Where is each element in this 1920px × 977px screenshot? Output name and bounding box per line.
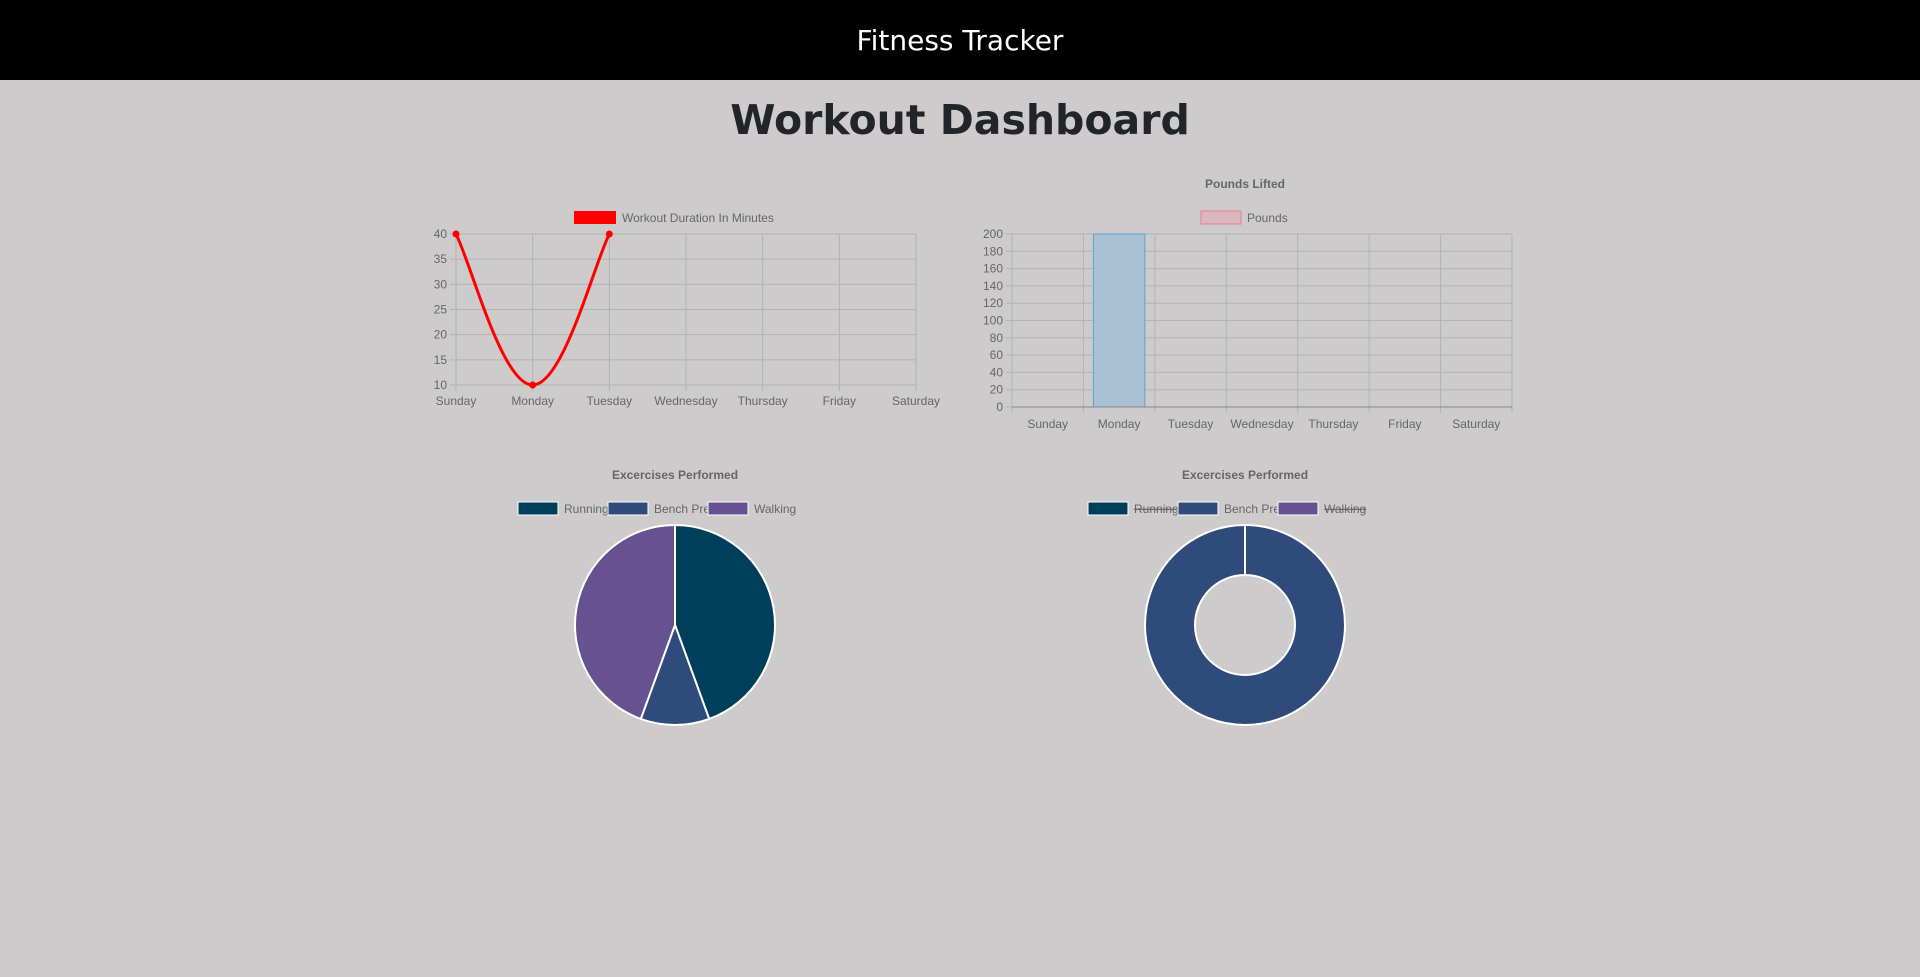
x-tick-label: Saturday — [892, 394, 940, 408]
y-tick-label: 80 — [990, 331, 1004, 345]
y-tick-label: 140 — [983, 279, 1003, 293]
exercises-pie-chart: Excercises PerformedRunning Bench Press Wa… — [517, 468, 796, 726]
x-tick-label: Friday — [823, 394, 856, 408]
y-tick-label: 25 — [434, 303, 448, 317]
x-tick-label: Tuesday — [587, 394, 633, 408]
y-tick-label: 160 — [983, 262, 1003, 276]
pounds-bar-chart: Pounds LiftedPounds200180160140120100806… — [983, 177, 1513, 431]
x-tick-label: Thursday — [738, 394, 788, 408]
y-tick-label: 20 — [990, 383, 1004, 397]
x-tick-label: Thursday — [1308, 417, 1358, 431]
y-tick-label: 60 — [990, 348, 1004, 362]
y-tick-label: 40 — [434, 227, 448, 241]
page-title: Workout Dashboard — [730, 96, 1190, 144]
y-tick-label: 200 — [983, 227, 1003, 241]
x-tick-label: Sunday — [436, 394, 477, 408]
duration-line-chart: Workout Duration In Minutes 40 35 30 25 20 15 1… — [434, 211, 940, 408]
y-tick-label: 15 — [434, 353, 448, 367]
pounds-bar — [1092, 233, 1146, 408]
exercises-doughnut-chart: Excercises PerformedRunning Bench Press Wa… — [1087, 468, 1366, 726]
legend-label-walking: Walking — [754, 502, 796, 516]
legend-swatch-walking — [1277, 501, 1319, 516]
legend-swatch-running — [517, 501, 559, 516]
duration-data-point — [605, 230, 613, 238]
y-tick-label: 180 — [983, 244, 1003, 258]
legend-swatch-duration — [574, 211, 616, 224]
y-tick-label: 20 — [434, 328, 448, 342]
y-tick-label: 30 — [434, 277, 448, 291]
x-tick-label: Sunday — [1027, 417, 1068, 431]
y-tick-label: 0 — [996, 400, 1003, 414]
navbar: Fitness Tracker — [0, 0, 1920, 80]
legend-label-pounds: Pounds — [1247, 211, 1288, 225]
x-tick-label: Tuesday — [1168, 417, 1214, 431]
legend-swatch-walking — [707, 501, 749, 516]
y-tick-label: 120 — [983, 296, 1003, 310]
y-tick-label: 35 — [434, 252, 448, 266]
x-tick-label: Monday — [511, 394, 554, 408]
duration-data-point — [529, 381, 537, 389]
chart-title: Pounds Lifted — [1205, 177, 1285, 191]
y-tick-label: 10 — [434, 378, 448, 392]
legend-swatch-pounds — [1200, 210, 1242, 225]
duration-data-point — [452, 230, 460, 238]
legend-label-walking: Walking — [1324, 502, 1366, 516]
legend-swatch-running — [1087, 501, 1129, 516]
brand-title[interactable]: Fitness Tracker — [857, 24, 1064, 57]
legend-label-running: Running — [564, 502, 609, 516]
y-tick-label: 40 — [990, 365, 1004, 379]
legend-swatch-bench-press — [607, 501, 649, 516]
x-tick-label: Saturday — [1452, 417, 1500, 431]
legend-label-running: Running — [1134, 502, 1179, 516]
x-tick-label: Wednesday — [654, 394, 717, 408]
x-tick-label: Monday — [1098, 417, 1141, 431]
chart-title: Excercises Performed — [612, 468, 738, 482]
chart-title: Excercises Performed — [1182, 468, 1308, 482]
legend-label-duration: Workout Duration In Minutes — [622, 211, 774, 225]
y-tick-label: 100 — [983, 314, 1003, 328]
x-tick-label: Wednesday — [1230, 417, 1293, 431]
legend-swatch-bench-press — [1177, 501, 1219, 516]
x-tick-label: Friday — [1388, 417, 1421, 431]
